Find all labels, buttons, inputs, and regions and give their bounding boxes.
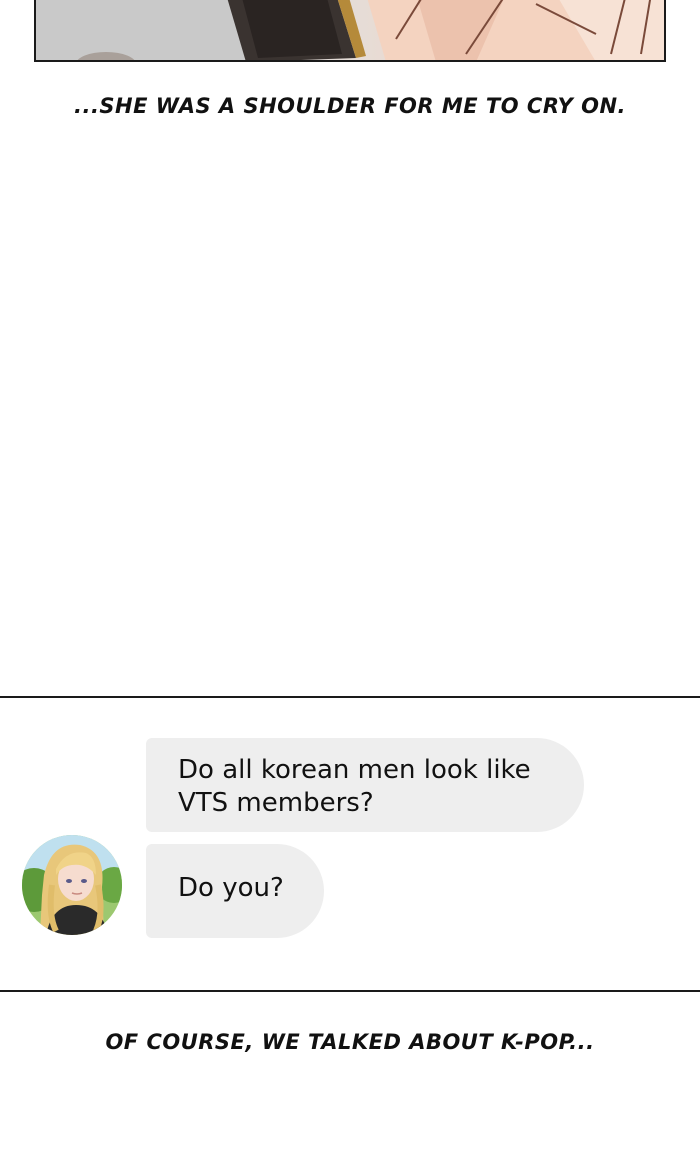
caption-top: ...SHE WAS A SHOULDER FOR ME TO CRY ON. <box>74 94 626 118</box>
avatar-illustration <box>22 835 122 935</box>
caption-bottom: OF COURSE, WE TALKED ABOUT K-POP... <box>105 1030 595 1054</box>
comic-artwork <box>36 0 664 60</box>
top-comic-panel <box>34 0 666 62</box>
chat-bubble-message-2: Do you? <box>146 844 324 938</box>
blonde-woman-avatar-icon <box>22 835 122 935</box>
chat-bubble-message-1: Do all korean men look like VTS members? <box>146 738 584 832</box>
chat-panel: Do all korean men look like VTS members? <box>0 696 700 992</box>
